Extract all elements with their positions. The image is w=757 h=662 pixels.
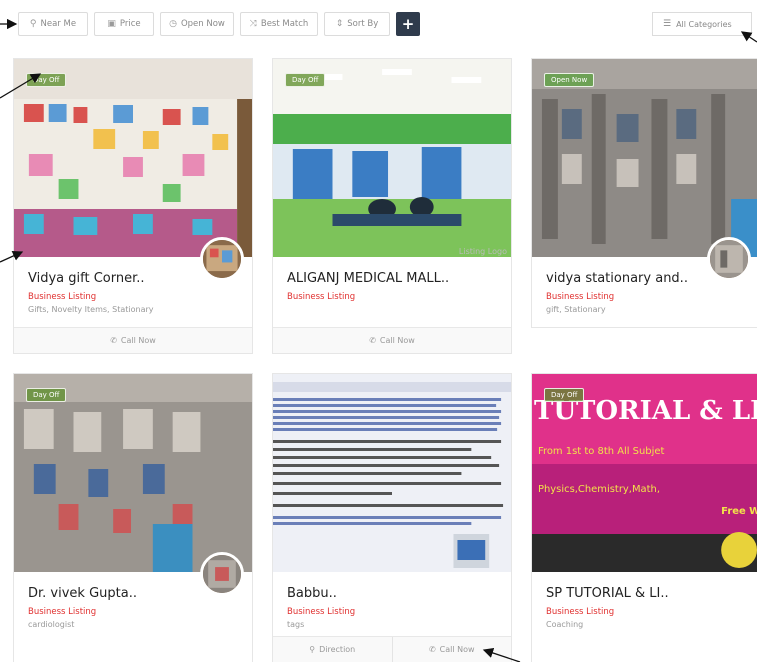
- map-pin-icon: ⚲: [29, 19, 37, 29]
- direction-button[interactable]: ⚲ Direction: [273, 637, 392, 662]
- best-match-label: Best Match: [260, 19, 309, 29]
- listing-image: [14, 374, 252, 572]
- listing-type: Business Listing: [546, 607, 615, 617]
- svg-text:From 1st to 8th All Subjet: From 1st to 8th All Subjet: [538, 446, 665, 457]
- listing-title[interactable]: SP TUTORIAL & LI..: [546, 586, 743, 601]
- call-now-button[interactable]: ✆ Call Now: [273, 328, 511, 353]
- near-me-button[interactable]: ⚲ Near Me: [18, 12, 88, 36]
- listing-card[interactable]: Day Off Dr. vivek Gupta.. Business Listi…: [13, 373, 253, 662]
- card-actions: ✆ Call Now: [14, 327, 252, 353]
- status-tag: Day Off: [285, 73, 326, 87]
- price-label: Price: [119, 19, 141, 29]
- listing-categories: Coaching: [546, 620, 584, 629]
- call-now-label: Call Now: [379, 336, 415, 345]
- svg-text:Free W: Free W: [721, 506, 757, 517]
- price-button[interactable]: ▣ Price: [94, 12, 154, 36]
- card-actions: ⚲ Direction ✆ Call Now: [273, 636, 511, 662]
- listing-type: Business Listing: [28, 607, 97, 617]
- listing-image: [14, 59, 252, 257]
- listing-categories: cardiologist: [28, 620, 75, 629]
- svg-text:Physics,Chemistry,Math,: Physics,Chemistry,Math,: [538, 484, 660, 495]
- open-now-button[interactable]: ◷ Open Now: [160, 12, 234, 36]
- shuffle-icon: ⤨: [249, 19, 257, 29]
- status-tag: Day Off: [26, 388, 67, 402]
- listing-categories: tags: [287, 620, 305, 629]
- phone-icon: ✆: [110, 336, 117, 345]
- listing-logo-watermark: Listing Logo: [458, 247, 507, 256]
- category-select-label: All Categories: [676, 19, 732, 29]
- listing-card[interactable]: Babbu.. Business Listing tags ⚲ Directio…: [272, 373, 512, 662]
- listing-type: Business Listing: [287, 292, 356, 302]
- listing-card[interactable]: Day Off Vidya gift Corner.. Business Lis…: [13, 58, 253, 354]
- listing-title[interactable]: Vidya gift Corner..: [28, 271, 238, 286]
- add-button[interactable]: +: [396, 12, 420, 36]
- listing-card[interactable]: Open Now vidya stationary and.. Business…: [531, 58, 757, 328]
- clock-icon: ◷: [169, 19, 177, 29]
- card-actions: ✆ Call Now: [273, 327, 511, 353]
- call-now-label: Call Now: [439, 645, 475, 654]
- phone-icon: ✆: [369, 336, 376, 345]
- listing-title[interactable]: Dr. vivek Gupta..: [28, 586, 238, 601]
- money-icon: ▣: [107, 19, 116, 29]
- listing-title[interactable]: ALIGANJ MEDICAL MALL..: [287, 271, 497, 286]
- listing-image: [532, 59, 757, 257]
- listing-type: Business Listing: [546, 292, 615, 302]
- listing-categories: gift, Stationary: [546, 305, 606, 314]
- category-select[interactable]: ☰ All Categories: [652, 12, 752, 36]
- listing-title[interactable]: Babbu..: [287, 586, 497, 601]
- sort-icon: ⇕: [335, 19, 344, 29]
- listing-card[interactable]: Free W From 1st to 8th All Subjet Physic…: [531, 373, 757, 662]
- open-now-label: Open Now: [180, 19, 225, 29]
- phone-icon: ✆: [428, 645, 436, 654]
- listing-image: [273, 374, 511, 572]
- filter-bar: ⚲ Near Me ▣ Price ◷ Open Now ⤨ Best Matc…: [0, 0, 757, 42]
- status-tag: Open Now: [544, 73, 595, 87]
- call-now-button[interactable]: ✆ Call Now: [14, 328, 252, 353]
- status-tag: Day Off: [544, 388, 585, 402]
- listing-type: Business Listing: [28, 292, 97, 302]
- listing-card[interactable]: Day Off Listing Logo ALIGANJ MEDICAL MAL…: [272, 58, 512, 354]
- call-now-label: Call Now: [120, 336, 156, 345]
- map-pin-icon: ⚲: [309, 645, 316, 654]
- listing-title[interactable]: vidya stationary and..: [546, 271, 743, 286]
- listing-type: Business Listing: [287, 607, 356, 617]
- list-icon: ☰: [663, 19, 672, 29]
- direction-label: Direction: [319, 645, 356, 654]
- listing-categories: Gifts, Novelty Items, Stationary: [28, 305, 154, 314]
- best-match-button[interactable]: ⤨ Best Match: [240, 12, 318, 36]
- sort-by-label: Sort By: [347, 19, 379, 29]
- call-now-button[interactable]: ✆ Call Now: [391, 637, 512, 662]
- sort-by-button[interactable]: ⇕ Sort By: [324, 12, 390, 36]
- near-me-label: Near Me: [40, 19, 77, 29]
- listing-image: [273, 59, 511, 257]
- status-tag: Day Off: [26, 73, 67, 87]
